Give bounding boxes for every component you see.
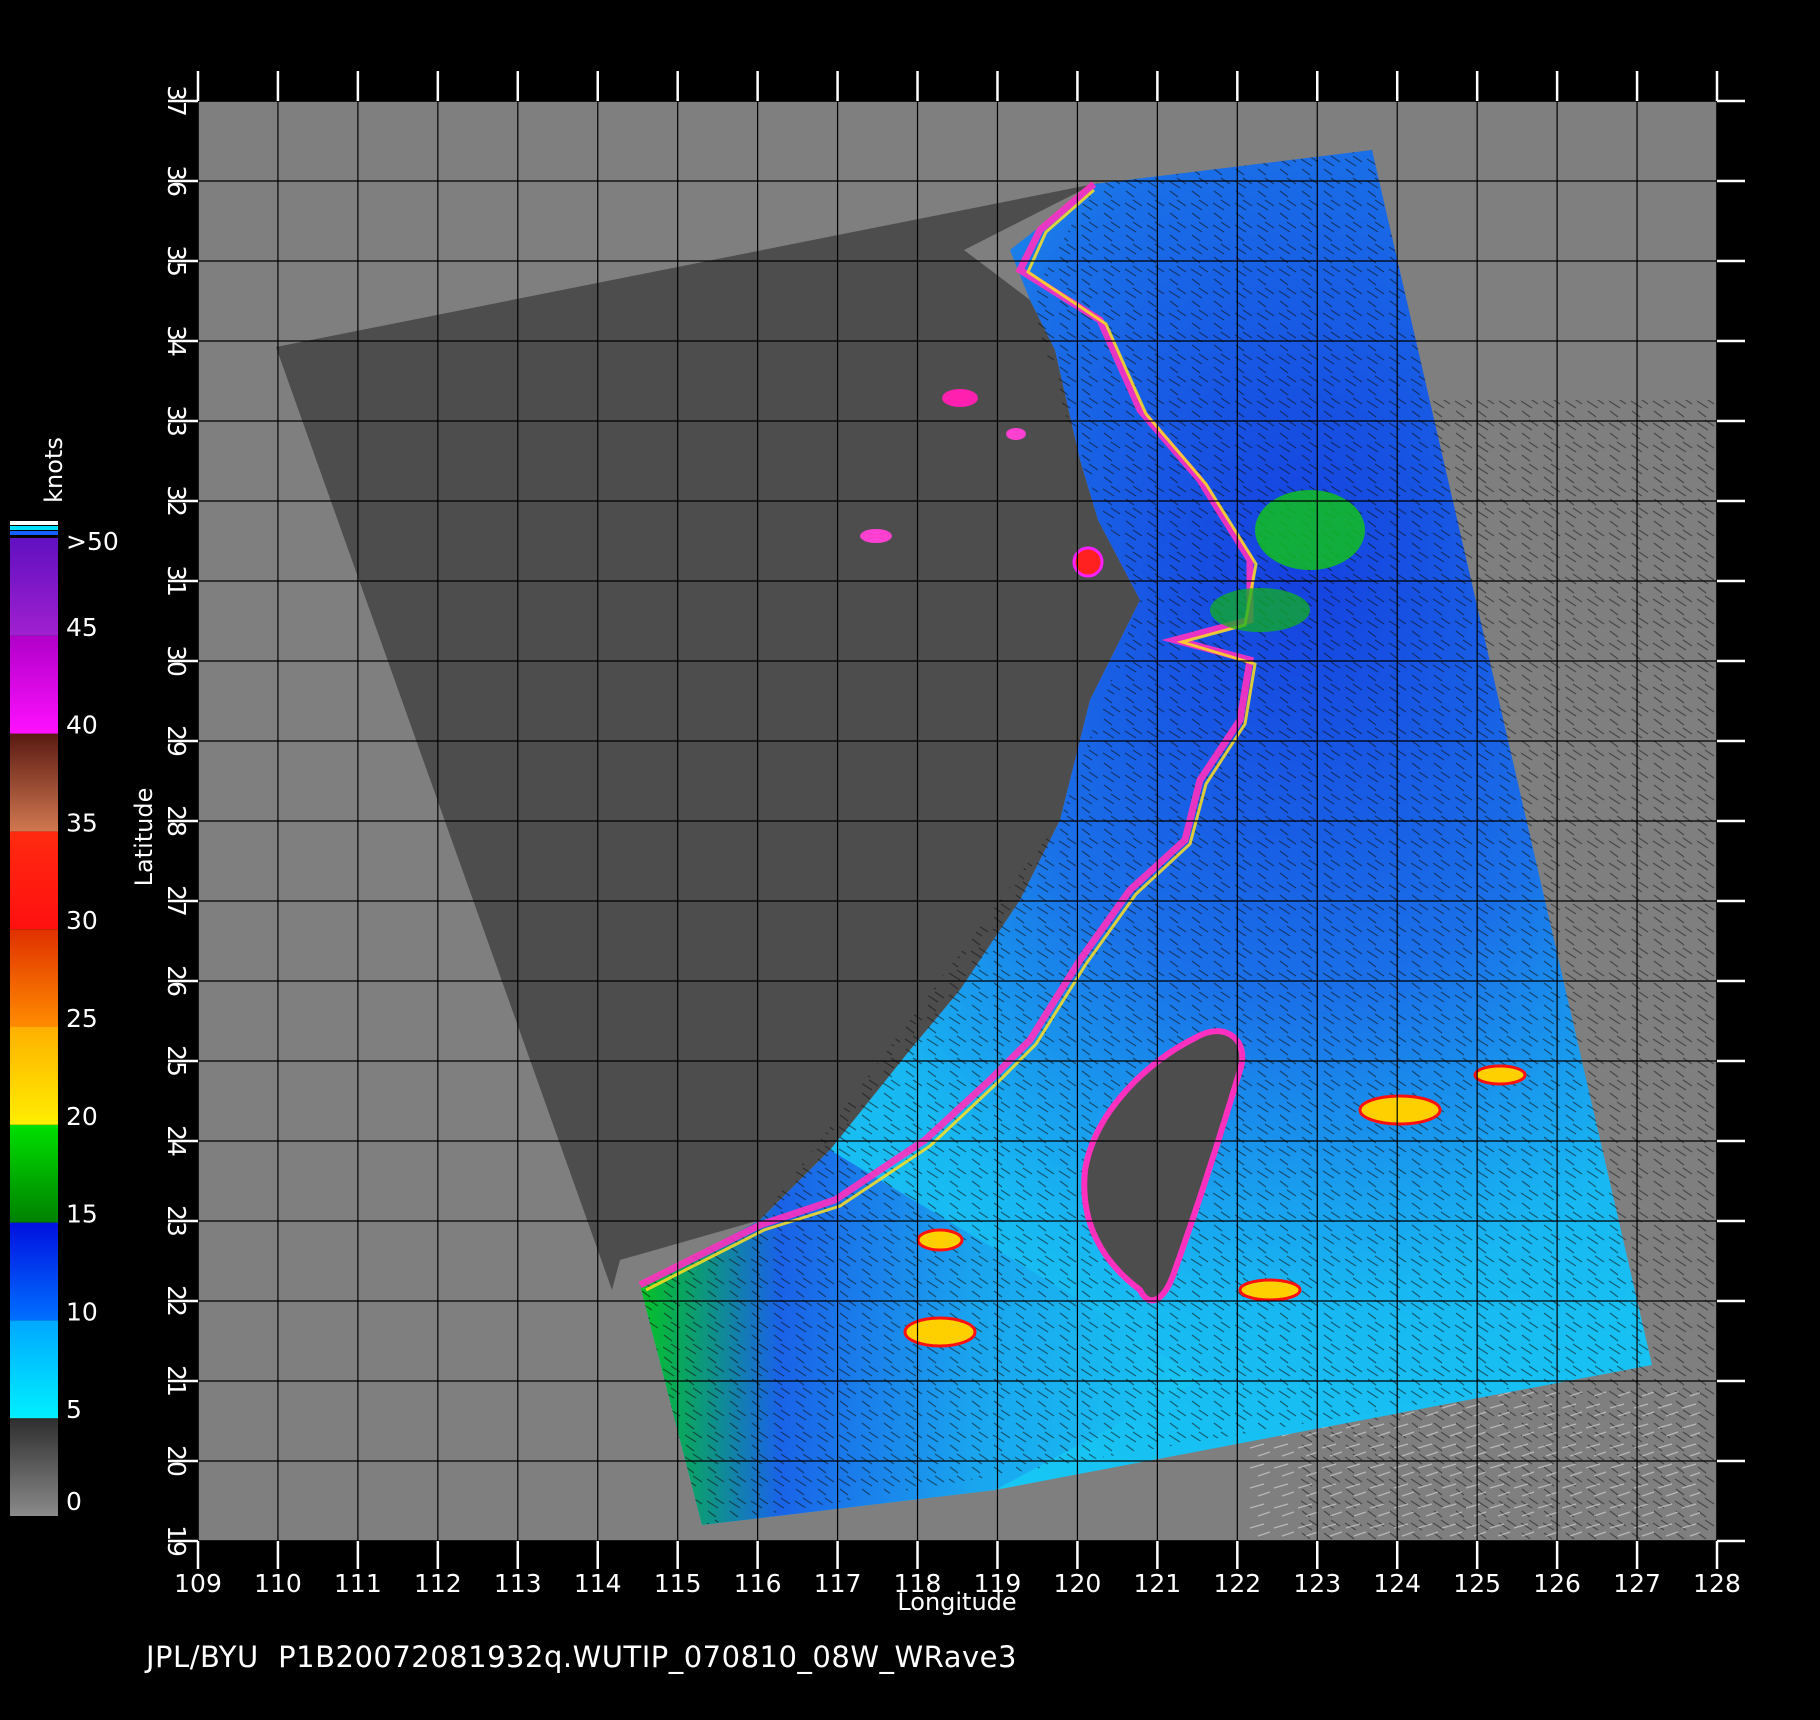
colorbar-label: 0 bbox=[66, 1487, 82, 1516]
colorbar-band bbox=[10, 733, 58, 832]
footer-source: JPL/BYU bbox=[146, 1640, 259, 1674]
colorbar-label: 10 bbox=[66, 1297, 98, 1326]
x-tick-label: 111 bbox=[334, 1569, 382, 1598]
colorbar: knots 0 5 10 15 20 25 30 35 40 45 >50 bbox=[10, 437, 119, 1516]
y-tick-label: 32 bbox=[162, 485, 191, 517]
colorbar-cap-white bbox=[10, 521, 58, 525]
green-wind-patch bbox=[1255, 490, 1365, 570]
x-tick-label: 109 bbox=[174, 1569, 222, 1598]
y-tick-label: 36 bbox=[162, 165, 191, 197]
green-wind-patch-2 bbox=[1210, 588, 1310, 632]
footer-caption: JPL/BYU P1B20072081932q.WUTIP_070810_08W… bbox=[146, 1640, 1017, 1674]
colorbar-band bbox=[10, 1418, 58, 1516]
footer-file: P1B20072081932q.WUTIP_070810_08W_WRave3 bbox=[278, 1640, 1017, 1674]
y-tick-label: 35 bbox=[162, 245, 191, 277]
y-tick-label: 34 bbox=[162, 325, 191, 357]
colorbar-band bbox=[10, 929, 58, 1027]
colorbar-label: 15 bbox=[66, 1200, 98, 1229]
x-tick-label: 124 bbox=[1373, 1569, 1421, 1598]
colorbar-band bbox=[10, 1124, 58, 1223]
y-tick-label: 20 bbox=[162, 1445, 191, 1477]
x-tick-label: 113 bbox=[494, 1569, 542, 1598]
y-tick-label: 19 bbox=[162, 1525, 191, 1557]
squall-5 bbox=[1473, 1064, 1527, 1086]
colorbar-cap-cyan bbox=[10, 526, 58, 530]
colorbar-label: 35 bbox=[66, 808, 98, 837]
x-tick-label: 116 bbox=[734, 1569, 782, 1598]
y-tick-label: 31 bbox=[162, 565, 191, 597]
colorbar-label: >50 bbox=[66, 527, 119, 556]
y-tick-label: 28 bbox=[162, 805, 191, 837]
x-tick-label: 115 bbox=[654, 1569, 702, 1598]
y-tick-label: 23 bbox=[162, 1205, 191, 1237]
x-tick-label: 122 bbox=[1213, 1569, 1261, 1598]
x-tick-label: 128 bbox=[1693, 1569, 1741, 1598]
colorbar-unit: knots bbox=[40, 437, 68, 503]
wind-map-figure: 109 110 111 112 113 114 115 116 117 118 119 120 121 1… bbox=[10, 71, 1745, 1616]
squall-2 bbox=[1238, 1278, 1302, 1302]
colorbar-label: 40 bbox=[66, 711, 98, 740]
x-tick-label: 121 bbox=[1134, 1569, 1182, 1598]
x-axis-title: Longitude bbox=[897, 1588, 1016, 1616]
x-tick-label: 125 bbox=[1453, 1569, 1501, 1598]
colorbar-band bbox=[10, 831, 58, 930]
x-tick-label: 123 bbox=[1293, 1569, 1341, 1598]
lake-spot-1 bbox=[942, 389, 978, 407]
colorbar-cap-blue bbox=[10, 531, 58, 535]
y-tick-label: 22 bbox=[162, 1285, 191, 1317]
colorbar-band bbox=[10, 1222, 58, 1321]
x-tick-label: 120 bbox=[1054, 1569, 1102, 1598]
x-tick-label: 114 bbox=[574, 1569, 622, 1598]
colorbar-band bbox=[10, 1320, 58, 1419]
x-tick-label: 112 bbox=[414, 1569, 462, 1598]
y-tick-label: 26 bbox=[162, 965, 191, 997]
y-tick-label: 21 bbox=[162, 1365, 191, 1397]
y-tick-label: 29 bbox=[162, 725, 191, 757]
x-tick-label: 117 bbox=[814, 1569, 862, 1598]
lake-spot-3 bbox=[860, 529, 892, 543]
lake-spot-2 bbox=[1072, 546, 1104, 578]
y-tick-label: 33 bbox=[162, 405, 191, 437]
colorbar-labels: 0 5 10 15 20 25 30 35 40 45 >50 bbox=[66, 527, 119, 1516]
colorbar-band bbox=[10, 538, 58, 636]
colorbar-label: 30 bbox=[66, 906, 98, 935]
squall-4 bbox=[916, 1228, 964, 1252]
colorbar-band bbox=[10, 1027, 58, 1125]
colorbar-label: 20 bbox=[66, 1102, 98, 1131]
colorbar-label: 5 bbox=[66, 1395, 82, 1424]
y-axis-title: Latitude bbox=[130, 788, 158, 887]
squall-3 bbox=[1358, 1094, 1442, 1126]
colorbar-band bbox=[10, 635, 58, 734]
y-tick-labels: 19 20 21 22 23 24 25 26 27 28 29 30 31 32 33 34 35 36 37 bbox=[162, 85, 191, 1557]
colorbar-bands bbox=[10, 538, 58, 1516]
squall-1 bbox=[903, 1316, 977, 1348]
colorbar-label: 45 bbox=[66, 613, 98, 642]
y-tick-label: 30 bbox=[162, 645, 191, 677]
y-tick-label: 27 bbox=[162, 885, 191, 917]
y-tick-label: 25 bbox=[162, 1045, 191, 1077]
x-tick-label: 127 bbox=[1613, 1569, 1661, 1598]
y-tick-label: 37 bbox=[162, 85, 191, 117]
lake-spot-4 bbox=[1006, 428, 1026, 440]
x-tick-label: 110 bbox=[254, 1569, 302, 1598]
y-tick-label: 24 bbox=[162, 1125, 191, 1157]
x-tick-label: 126 bbox=[1533, 1569, 1581, 1598]
colorbar-label: 25 bbox=[66, 1004, 98, 1033]
